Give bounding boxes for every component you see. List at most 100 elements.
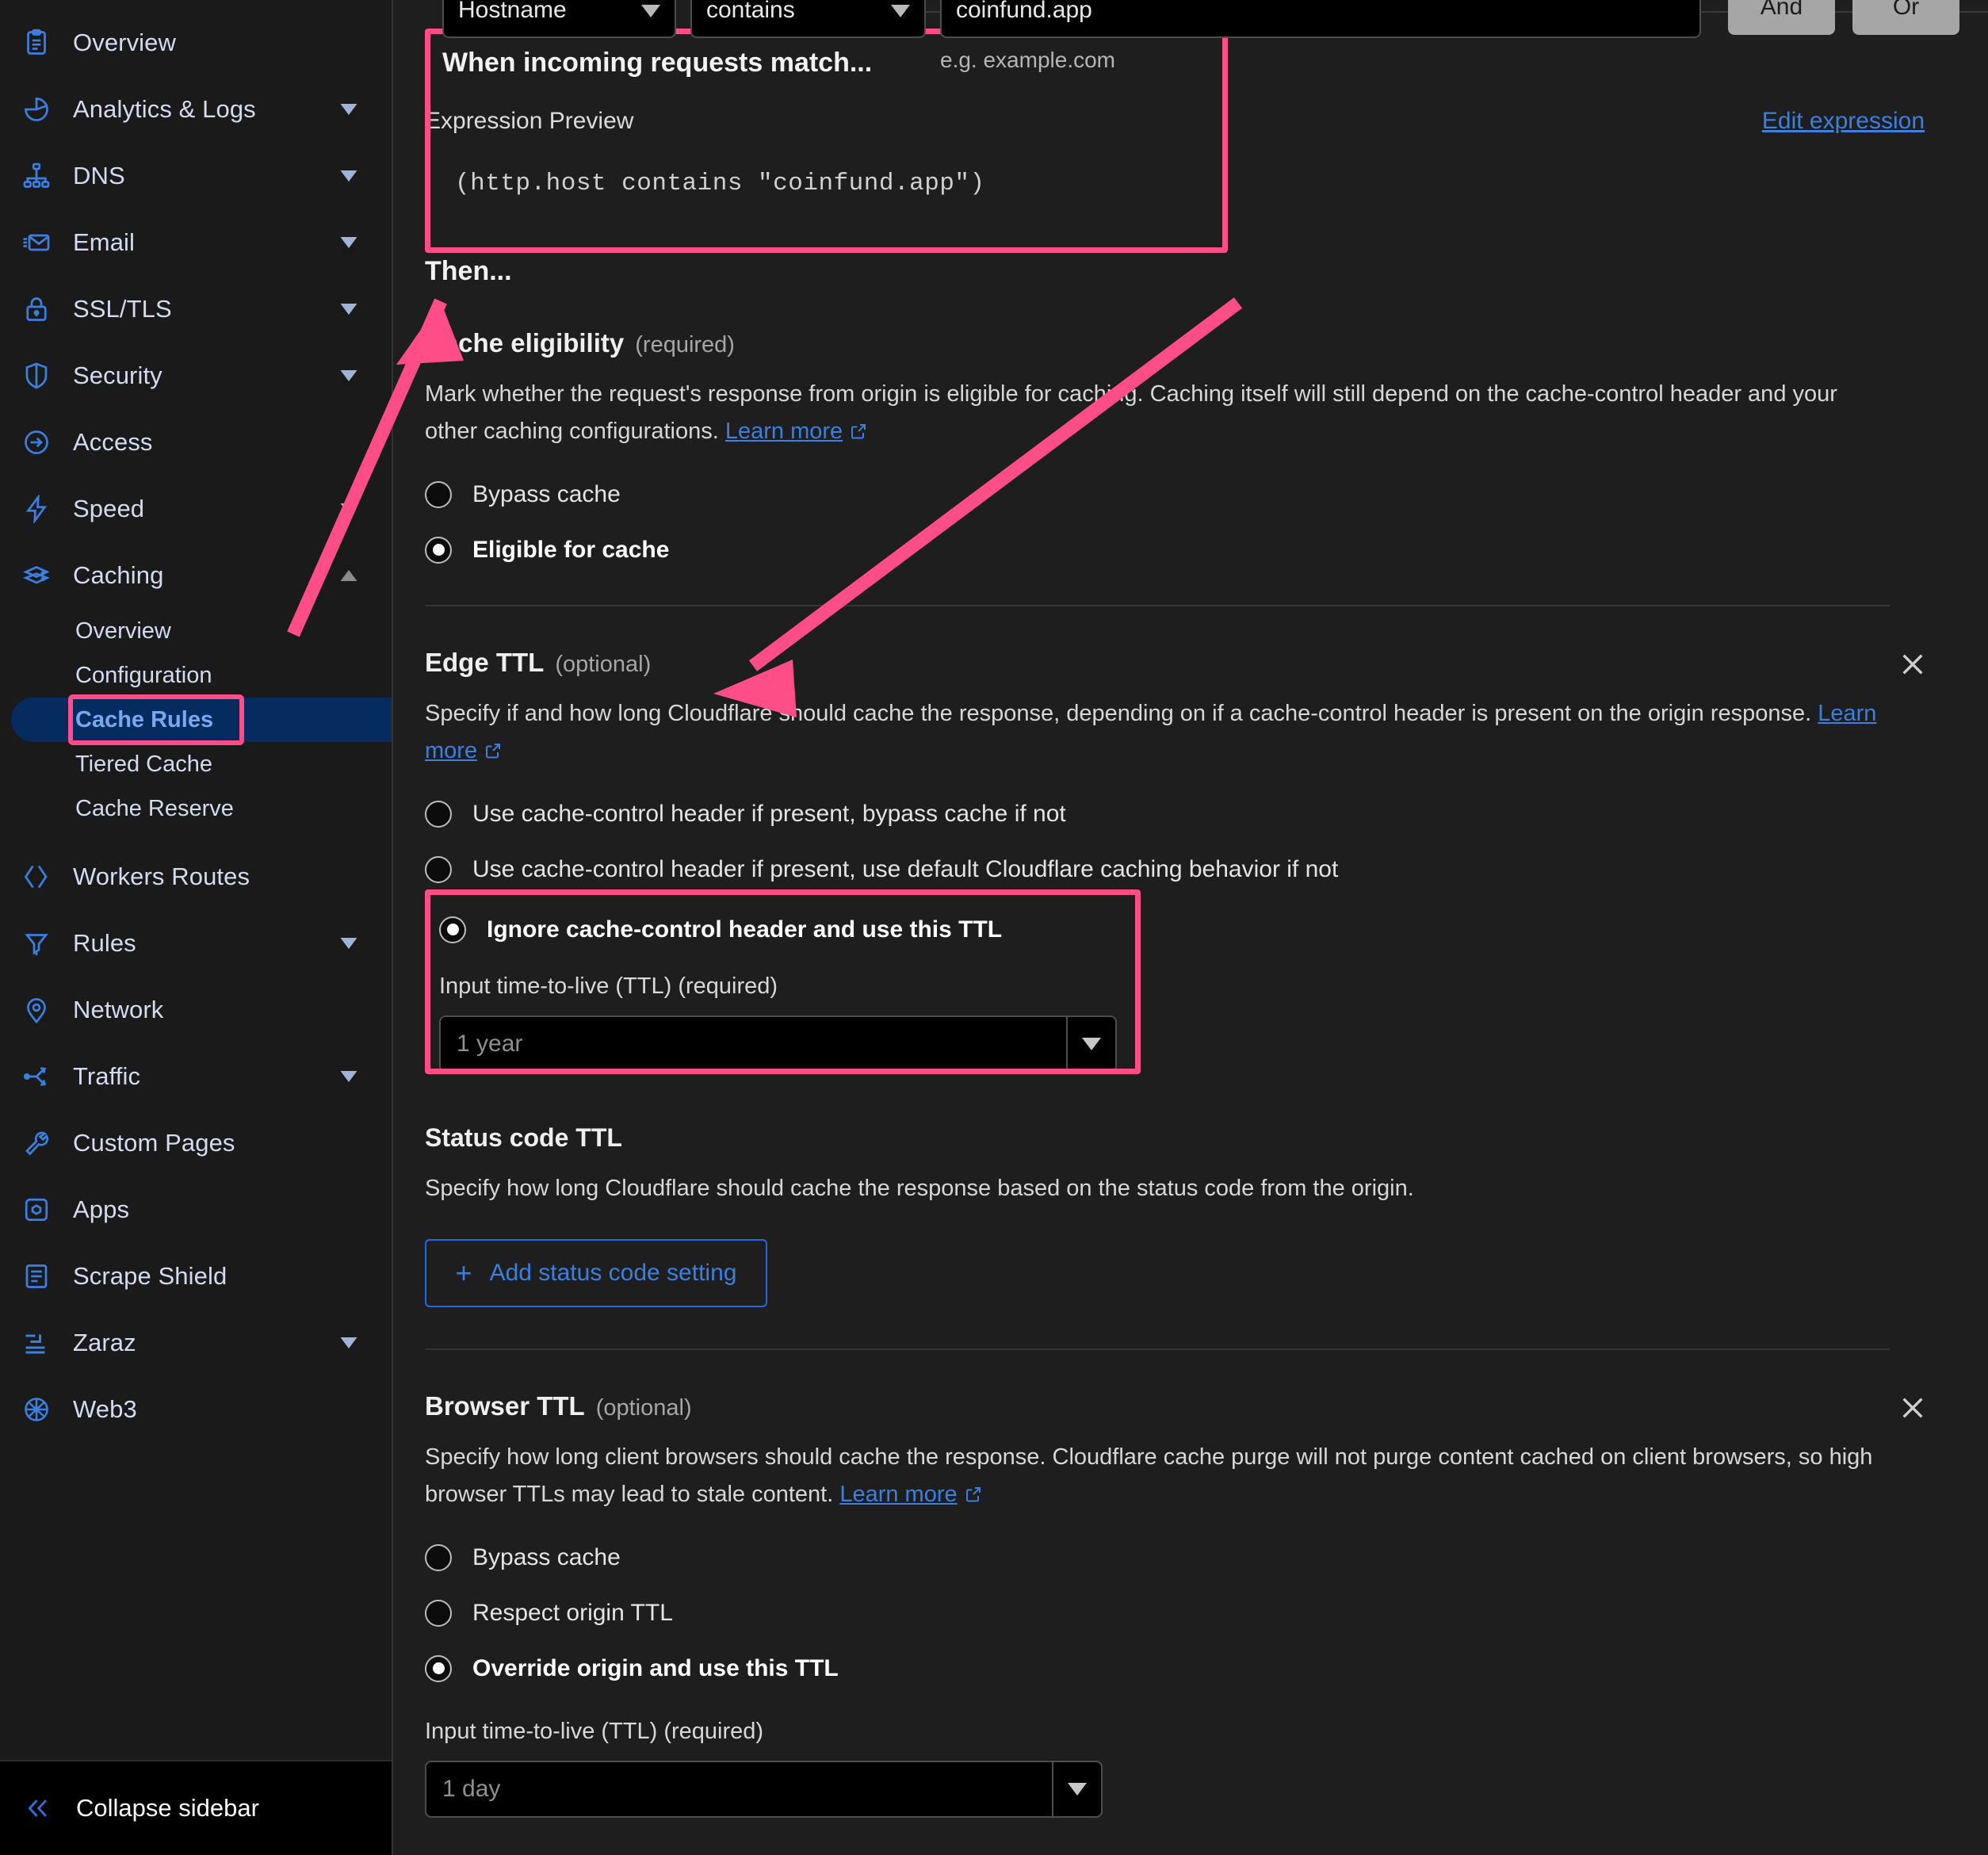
sidebar: Overview Analytics & Logs DNS Email SSL/… xyxy=(0,0,393,1855)
radio-bypass-cache[interactable]: Bypass cache xyxy=(425,480,1940,508)
sidebar-item-rules[interactable]: Rules xyxy=(0,910,392,977)
chevron-down-icon[interactable] xyxy=(338,1071,360,1082)
chevron-down-icon[interactable] xyxy=(338,104,360,115)
status-code-ttl-title: Status code TTL xyxy=(425,1123,622,1152)
sidebar-subitem-label: Cache Reserve xyxy=(75,795,234,821)
edge-ttl-input-label: Input time-to-live (TTL) (required) xyxy=(439,973,778,999)
collapse-sidebar-button[interactable]: Collapse sidebar xyxy=(0,1760,392,1855)
sidebar-item-ssl-tls[interactable]: SSL/TLS xyxy=(0,276,392,342)
close-icon[interactable] xyxy=(1899,1394,1926,1425)
envelope-icon xyxy=(16,228,57,257)
database-icon xyxy=(16,561,57,590)
value-input[interactable]: coinfund.app xyxy=(940,0,1701,38)
chevron-down-icon[interactable] xyxy=(338,170,360,182)
chevron-down-icon[interactable] xyxy=(338,370,360,381)
logic-buttons: And Or xyxy=(1728,0,1959,35)
edge-ttl-select[interactable]: 1 year xyxy=(439,1015,1117,1073)
radio-label: Override origin and use this TTL xyxy=(472,1654,839,1681)
sidebar-subitem-cache-rules[interactable]: Cache Rules xyxy=(11,694,392,745)
radio-indicator xyxy=(439,916,466,943)
sidebar-subitem-cache-reserve[interactable]: Cache Reserve xyxy=(0,786,392,831)
sidebar-item-label: Access xyxy=(73,428,153,456)
description-text: Specify how long client browsers should … xyxy=(425,1444,1873,1507)
sidebar-item-speed[interactable]: Speed xyxy=(0,476,392,542)
sidebar-nav: Overview Analytics & Logs DNS Email SSL/… xyxy=(0,0,392,1760)
sidebar-subitem-label: Configuration xyxy=(75,662,212,688)
document-icon xyxy=(16,1262,57,1291)
chevron-down-icon[interactable] xyxy=(338,1337,360,1348)
chevron-down-icon[interactable] xyxy=(338,503,360,514)
radio-label: Eligible for cache xyxy=(472,536,670,563)
edge-ttl-section: Edge TTL (optional) Specify if and how l… xyxy=(425,648,1940,1307)
traffic-icon xyxy=(16,1062,57,1091)
sidebar-item-zaraz[interactable]: Zaraz xyxy=(0,1310,392,1376)
browser-ttl-header: Browser TTL (optional) xyxy=(425,1391,1940,1421)
sidebar-item-network[interactable]: Network xyxy=(0,977,392,1043)
expression-code: (http.host contains "coinfund.app") xyxy=(455,170,985,197)
radio-browser-respect-origin[interactable]: Respect origin TTL xyxy=(425,1599,1940,1627)
browser-ttl-select[interactable]: 1 day xyxy=(425,1760,1103,1818)
radio-use-cache-control-default[interactable]: Use cache-control header if present, use… xyxy=(425,855,1940,883)
or-button[interactable]: Or xyxy=(1852,0,1959,35)
sidebar-item-apps[interactable]: Apps xyxy=(0,1176,392,1243)
radio-indicator xyxy=(425,536,452,564)
sidebar-subitem-tiered-cache[interactable]: Tiered Cache xyxy=(0,742,392,786)
radio-ignore-cache-control[interactable]: Ignore cache-control header and use this… xyxy=(439,916,1142,943)
apps-icon xyxy=(16,1195,57,1224)
add-status-code-setting-label: Add status code setting xyxy=(489,1259,737,1286)
radio-use-cache-control-bypass[interactable]: Use cache-control header if present, byp… xyxy=(425,800,1940,828)
sidebar-item-scrape-shield[interactable]: Scrape Shield xyxy=(0,1243,392,1310)
radio-browser-bypass-cache[interactable]: Bypass cache xyxy=(425,1543,1940,1571)
chevron-down-icon[interactable] xyxy=(338,304,360,315)
operator-select[interactable]: contains xyxy=(690,0,926,38)
clipboard-icon xyxy=(16,29,57,57)
learn-more-link[interactable]: Learn more xyxy=(725,419,843,444)
chevron-up-icon[interactable] xyxy=(338,570,360,581)
close-icon[interactable] xyxy=(1899,651,1926,682)
sidebar-item-custom-pages[interactable]: Custom Pages xyxy=(0,1110,392,1176)
edit-expression-link[interactable]: Edit expression xyxy=(1762,108,1925,135)
sidebar-subitem-configuration[interactable]: Configuration xyxy=(0,653,392,698)
cache-eligibility-required-tag: (required) xyxy=(635,332,735,358)
sidebar-item-label: Security xyxy=(73,361,162,389)
radio-browser-override-origin[interactable]: Override origin and use this TTL xyxy=(425,1654,1940,1682)
sidebar-item-access[interactable]: Access xyxy=(0,409,392,476)
expression-preview-header: Expression Preview Edit expression xyxy=(425,108,1940,135)
chevron-down-icon[interactable] xyxy=(338,237,360,248)
cache-eligibility-description: Mark whether the request's response from… xyxy=(425,376,1883,453)
sidebar-item-label: Overview xyxy=(73,29,176,56)
and-button[interactable]: And xyxy=(1728,0,1835,35)
field-group: Field Hostname xyxy=(442,0,676,38)
sidebar-item-label: Network xyxy=(73,996,164,1023)
sidebar-item-overview[interactable]: Overview xyxy=(0,10,392,76)
learn-more-link[interactable]: Learn more xyxy=(839,1482,957,1507)
sidebar-item-caching[interactable]: Caching xyxy=(0,542,392,609)
edge-ttl-optional-tag: (optional) xyxy=(555,651,652,677)
sidebar-item-workers-routes[interactable]: Workers Routes xyxy=(0,843,392,910)
sidebar-subitem-label: Tiered Cache xyxy=(75,751,213,777)
sidebar-item-email[interactable]: Email xyxy=(0,209,392,276)
radio-label: Use cache-control header if present, byp… xyxy=(472,800,1066,827)
browser-ttl-input-label: Input time-to-live (TTL) (required) xyxy=(425,1718,764,1744)
radio-eligible-for-cache[interactable]: Eligible for cache xyxy=(425,536,1940,564)
browser-ttl-title: Browser TTL xyxy=(425,1390,585,1421)
operator-select-value: contains xyxy=(706,0,795,23)
chevron-down-icon xyxy=(891,0,910,24)
sidebar-subitem-overview[interactable]: Overview xyxy=(0,609,392,653)
wrench-icon xyxy=(16,1129,57,1157)
add-status-code-setting-button[interactable]: + Add status code setting xyxy=(425,1238,767,1307)
field-select[interactable]: Hostname xyxy=(442,0,676,38)
radio-label: Use cache-control header if present, use… xyxy=(472,855,1339,882)
sidebar-item-web3[interactable]: Web3 xyxy=(0,1376,392,1443)
browser-ttl-description: Specify how long client browsers should … xyxy=(425,1439,1883,1516)
sidebar-item-security[interactable]: Security xyxy=(0,342,392,409)
chevron-down-icon[interactable] xyxy=(338,938,360,949)
radio-label: Bypass cache xyxy=(472,480,621,507)
radio-indicator xyxy=(425,800,452,828)
radio-label: Bypass cache xyxy=(472,1543,621,1570)
sidebar-item-traffic[interactable]: Traffic xyxy=(0,1043,392,1110)
radio-indicator xyxy=(425,1599,452,1627)
sidebar-item-analytics-and-logs[interactable]: Analytics & Logs xyxy=(0,76,392,143)
sidebar-item-dns[interactable]: DNS xyxy=(0,143,392,209)
sidebar-item-label: Scrape Shield xyxy=(73,1262,227,1290)
